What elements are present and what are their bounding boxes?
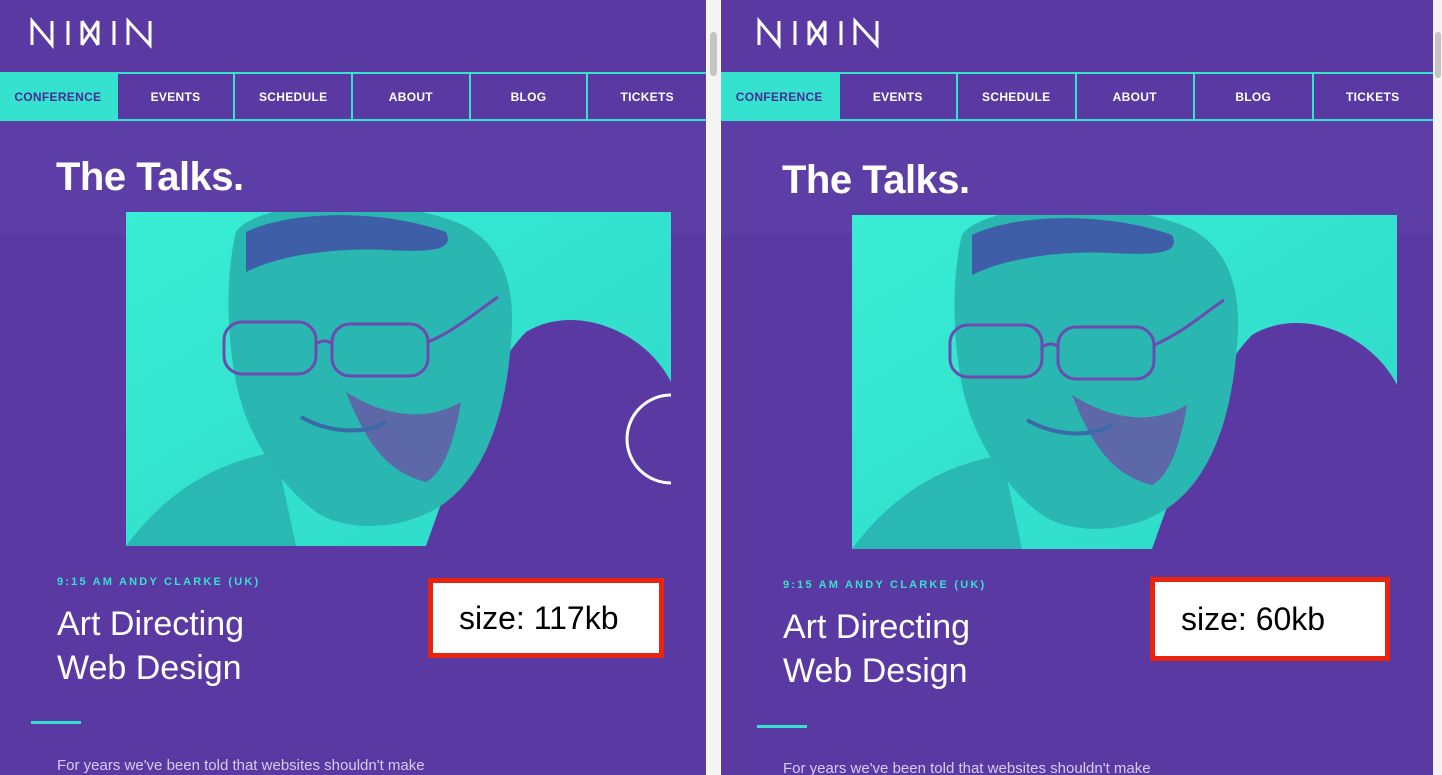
nav-blog[interactable]: BLOG xyxy=(1195,74,1314,119)
nav-about[interactable]: ABOUT xyxy=(1077,74,1195,119)
talk-title[interactable]: Art Directing Web Design xyxy=(57,602,387,690)
nav-conference[interactable]: CONFERENCE xyxy=(0,74,118,130)
speaker-meta: 9:15 AM ANDY CLARKE (UK) xyxy=(783,579,987,591)
main-nav: CONFERENCE EVENTS SCHEDULE ABOUT BLOG TI… xyxy=(0,72,706,130)
nav-label: ABOUT xyxy=(1112,89,1157,104)
talk-title-line: Art Directing xyxy=(57,605,245,643)
mixin-logo[interactable] xyxy=(30,17,200,49)
right-browser-panel: CONFERENCE EVENTS SCHEDULE ABOUT BLOG TI… xyxy=(721,0,1433,775)
nav-label: CONFERENCE xyxy=(735,89,823,104)
nav-label: BLOG xyxy=(510,89,547,104)
nav-blog[interactable]: BLOG xyxy=(471,74,589,119)
nav-label: SCHEDULE xyxy=(258,89,328,104)
page-title: The Talks. xyxy=(56,155,244,199)
nav-schedule[interactable]: SCHEDULE xyxy=(958,74,1077,119)
nav-schedule[interactable]: SCHEDULE xyxy=(235,74,354,119)
nav-label: EVENTS xyxy=(150,89,201,104)
accent-divider xyxy=(31,721,81,724)
nav-about[interactable]: ABOUT xyxy=(353,74,471,119)
nav-events[interactable]: EVENTS xyxy=(118,74,236,119)
nav-label: EVENTS xyxy=(872,89,923,104)
scrollbar-track[interactable] xyxy=(707,0,720,775)
nav-label: CONFERENCE xyxy=(14,89,102,104)
right-scrollbar-thumb[interactable] xyxy=(1435,32,1441,78)
talk-title-line: Web Design xyxy=(57,649,242,687)
speaker-meta: 9:15 AM ANDY CLARKE (UK) xyxy=(57,576,261,588)
nav-label: ABOUT xyxy=(388,89,433,104)
nav-label: TICKETS xyxy=(620,89,674,104)
main-nav: CONFERENCE EVENTS SCHEDULE ABOUT BLOG TI… xyxy=(721,72,1433,130)
nav-label: SCHEDULE xyxy=(982,89,1051,104)
body-text: For years we've been told that websites … xyxy=(57,757,425,774)
left-browser-panel: CONFERENCE EVENTS SCHEDULE ABOUT BLOG TI… xyxy=(0,0,706,775)
size-label: size: 117kb xyxy=(437,587,655,649)
nav-conference[interactable]: CONFERENCE xyxy=(721,74,840,130)
speaker-photo[interactable] xyxy=(852,215,1397,549)
talk-title-line: Web Design xyxy=(783,652,968,690)
size-label: size: 60kb xyxy=(1159,586,1381,652)
size-annotation: size: 60kb xyxy=(1150,577,1390,661)
nav-events[interactable]: EVENTS xyxy=(840,74,958,119)
nav-tickets[interactable]: TICKETS xyxy=(1314,74,1433,119)
size-annotation: size: 117kb xyxy=(428,578,664,658)
nav-label: BLOG xyxy=(1235,89,1272,104)
nav-label: TICKETS xyxy=(1346,89,1400,104)
talk-title[interactable]: Art Directing Web Design xyxy=(783,605,1113,693)
accent-divider xyxy=(757,725,807,728)
page-title: The Talks. xyxy=(782,158,970,202)
nav-tickets[interactable]: TICKETS xyxy=(588,74,706,119)
right-scrollbar-track[interactable] xyxy=(1433,0,1442,775)
talk-title-line: Art Directing xyxy=(783,608,971,646)
body-text: For years we've been told that websites … xyxy=(783,760,1151,775)
speaker-photo[interactable] xyxy=(126,212,671,546)
scrollbar-thumb[interactable] xyxy=(710,32,717,76)
mixin-logo[interactable] xyxy=(757,17,927,49)
